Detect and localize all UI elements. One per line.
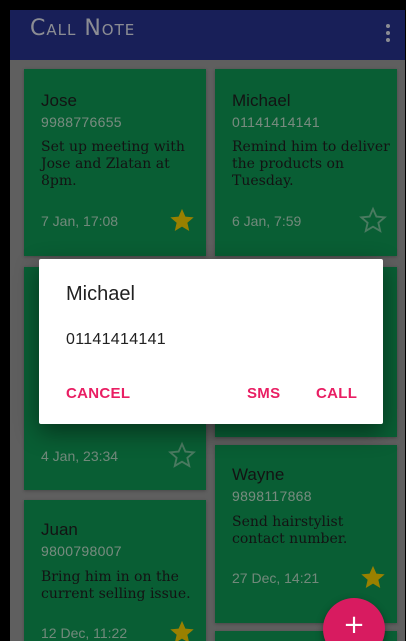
contact-action-dialog: Michael 01141414141 CANCEL SMS CALL <box>39 259 383 424</box>
call-button[interactable]: CALL <box>316 385 357 402</box>
dialog-phone-number: 01141414141 <box>66 331 166 348</box>
dialog-title: Michael <box>66 283 135 305</box>
app-screen: Call Note Jose 9988776655 Set up meeting… <box>10 10 405 641</box>
sms-button[interactable]: SMS <box>247 385 280 402</box>
cancel-button[interactable]: CANCEL <box>66 385 130 402</box>
add-icon: + <box>343 610 365 640</box>
